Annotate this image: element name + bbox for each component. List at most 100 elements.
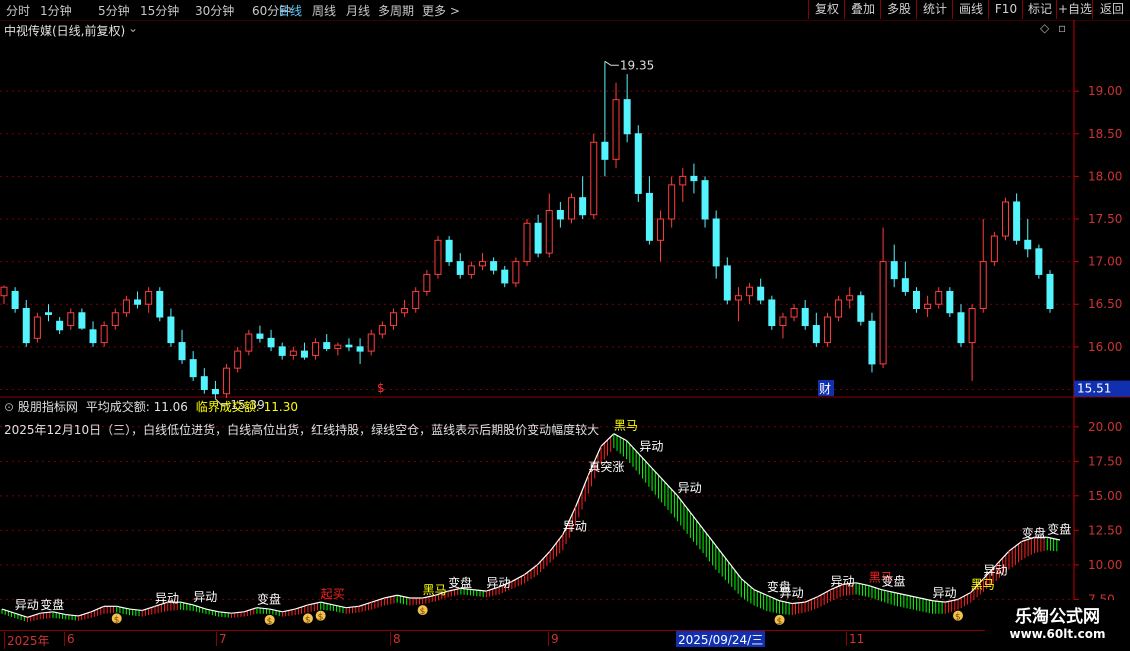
candle (367, 329, 375, 356)
signal-label: 异动 (193, 590, 217, 604)
candle-body (790, 308, 798, 318)
candle (0, 285, 8, 305)
chevron-down-icon[interactable]: ⌄ (128, 21, 138, 35)
candle (256, 325, 264, 343)
settings-icon[interactable]: ⊙ (4, 400, 14, 414)
signal-label: 黑马 (423, 583, 447, 597)
ribbon-segment (307, 601, 321, 613)
period-tab-6[interactable]: 日线 (278, 2, 302, 19)
ribbon-segment (269, 608, 283, 616)
candle-body (523, 222, 531, 263)
ribbon-segment (651, 467, 666, 503)
x-tick-label: 7 (216, 632, 227, 646)
ribbon-segment (1021, 536, 1035, 560)
candle-body (278, 346, 286, 356)
period-tab-1[interactable]: 1分钟 (40, 2, 72, 19)
candle-body (45, 312, 53, 315)
ribbon-segment (715, 545, 730, 580)
y-tick-label: 18.50 (1088, 127, 1122, 141)
candle (590, 133, 598, 219)
candle (657, 210, 665, 262)
ribbon-segment (1046, 536, 1061, 552)
signal-label: 异动 (15, 598, 39, 612)
candle-body (601, 141, 609, 160)
candle (456, 253, 464, 279)
signal-label: 变盘 (40, 597, 64, 612)
candle (679, 167, 687, 202)
candle-body (200, 376, 208, 390)
money-bag-icon: $ (264, 614, 275, 627)
candle (167, 308, 175, 347)
period-tab-7[interactable]: 周线 (312, 2, 336, 19)
price-chart[interactable]: 15.5016.0016.5017.0017.5018.0018.5019.00… (0, 20, 1130, 420)
ribbon-segment (358, 601, 372, 613)
period-tab-3[interactable]: 15分钟 (140, 2, 179, 19)
candle-body (623, 99, 631, 135)
period-tab-2[interactable]: 5分钟 (98, 2, 130, 19)
candle-body (89, 329, 97, 344)
toolbar-button-5[interactable]: F10 (988, 0, 1023, 19)
candle-body (256, 333, 264, 339)
candle (857, 291, 865, 326)
ribbon-segment (549, 534, 564, 563)
candle-body (134, 299, 142, 305)
finance-marker[interactable]: 财 (819, 382, 831, 396)
toolbar-button-3[interactable]: 统计 (916, 0, 953, 19)
candle (445, 236, 453, 266)
candle (11, 287, 19, 313)
candle (879, 227, 887, 369)
candle-body (846, 295, 854, 301)
toolbar-button-8[interactable]: 返回 (1092, 0, 1130, 19)
candle (734, 287, 742, 322)
candle-body (0, 286, 8, 297)
ribbon-segment (345, 605, 359, 614)
period-tab-10[interactable]: 更多 > (422, 2, 460, 19)
candle-body (434, 239, 442, 275)
signal-label: 异动 (486, 576, 510, 590)
ribbon-upper-line (129, 608, 143, 612)
candle-body (668, 184, 676, 220)
toolbar-button-2[interactable]: 多股 (880, 0, 917, 19)
dividend-marker[interactable]: $ (377, 381, 385, 395)
ribbon-segment (881, 589, 895, 605)
candle (612, 82, 620, 168)
candle-body (145, 290, 153, 305)
candle (300, 342, 308, 360)
period-tab-8[interactable]: 月线 (346, 2, 370, 19)
candle (156, 287, 164, 322)
ribbon-segment (116, 605, 130, 615)
diamond-icon[interactable]: ◇ (1040, 21, 1049, 35)
candle (690, 163, 698, 194)
ribbon-segment (77, 611, 92, 621)
period-tab-0[interactable]: 分时 (6, 2, 30, 19)
candle (801, 299, 809, 330)
candle (1046, 270, 1054, 313)
signal-label: 变盘 (257, 592, 281, 607)
ribbon-segment (179, 601, 194, 611)
candle-body (556, 209, 564, 220)
candle-body (401, 308, 409, 314)
candle-body (234, 350, 242, 369)
candle-body (545, 209, 553, 254)
candle-body (957, 312, 965, 344)
candle-body (478, 261, 486, 267)
period-tab-4[interactable]: 30分钟 (195, 2, 234, 19)
candle (423, 270, 431, 296)
ribbon-segment (205, 608, 219, 616)
ribbon-upper-line (346, 605, 359, 609)
toolbar-button-4[interactable]: 画线 (952, 0, 989, 19)
ribbon-segment (192, 604, 207, 614)
watermark-url: www.60lt.com (1009, 627, 1106, 641)
toolbar-button-0[interactable]: 复权 (808, 0, 845, 19)
ribbon-segment (396, 594, 411, 605)
period-tab-9[interactable]: 多周期 (378, 2, 414, 19)
toolbar-button-6[interactable]: 标记 (1022, 0, 1057, 19)
panel-toggle-icon[interactable]: ▫ (1058, 21, 1066, 35)
candle-body (22, 308, 30, 344)
money-bag-icon: $ (774, 614, 785, 627)
y-tick-label: 10.00 (1088, 558, 1122, 572)
toolbar-button-7[interactable]: +自选 (1056, 0, 1093, 19)
candle-body (11, 290, 19, 310)
toolbar-button-1[interactable]: 叠加 (844, 0, 881, 19)
money-bag-icon: $ (302, 613, 313, 625)
